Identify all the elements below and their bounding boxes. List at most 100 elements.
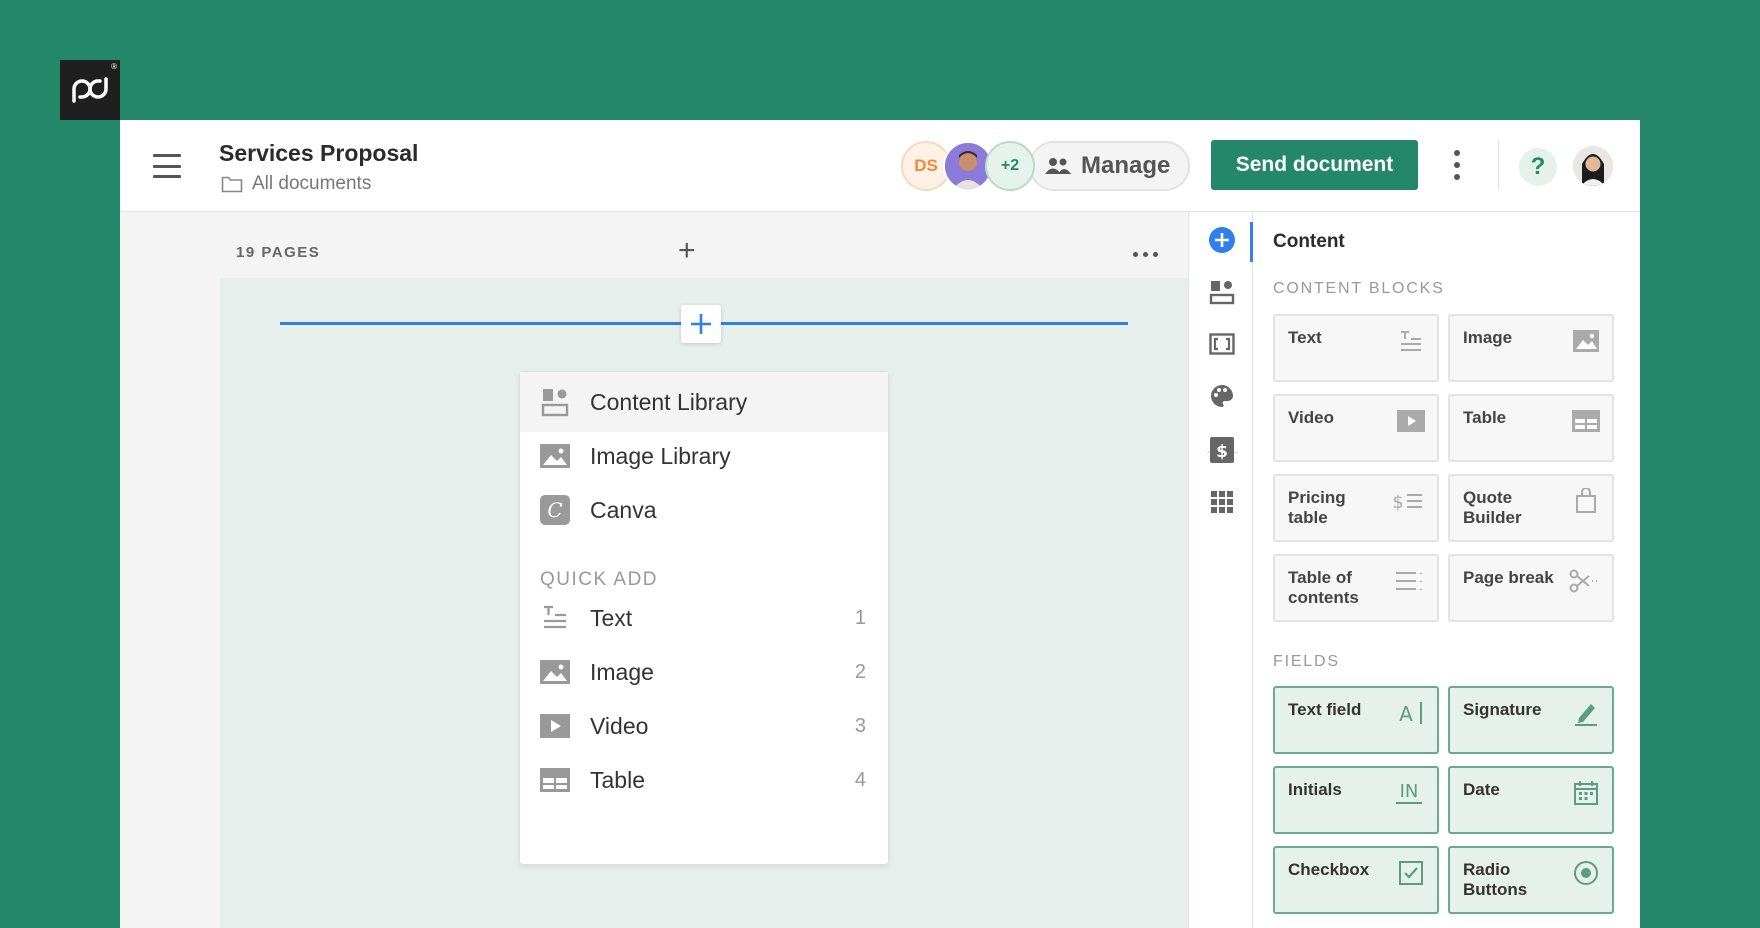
quick-add-text[interactable]: Text 1 xyxy=(520,588,888,648)
field-text[interactable]: Text field A xyxy=(1273,686,1439,754)
field-checkbox[interactable]: Checkbox xyxy=(1273,846,1439,914)
add-page-button[interactable]: + xyxy=(678,236,696,266)
shortcut-key: 3 xyxy=(854,714,866,737)
quote-builder-icon xyxy=(1572,488,1600,514)
content-panel: Content CONTENT BLOCKS Text Image Video … xyxy=(1253,212,1640,928)
block-text[interactable]: Text xyxy=(1273,314,1439,382)
video-icon xyxy=(538,710,572,742)
tool-strip: $ xyxy=(1189,212,1253,928)
send-document-button[interactable]: Send document xyxy=(1211,140,1418,190)
block-quote-builder[interactable]: Quote Builder xyxy=(1448,474,1614,542)
table-icon xyxy=(1572,408,1600,434)
palette-icon[interactable] xyxy=(1208,382,1236,410)
image-icon xyxy=(538,440,572,472)
pricing-table-icon: $ xyxy=(1391,488,1425,514)
block-label: Page break xyxy=(1463,568,1554,587)
user-photo-icon xyxy=(1573,146,1613,186)
hamburger-menu-icon[interactable] xyxy=(153,154,181,178)
embed-icon[interactable] xyxy=(1208,330,1236,358)
shortcut-key: 1 xyxy=(854,606,866,629)
folder-icon xyxy=(221,176,243,193)
header-divider xyxy=(1498,140,1499,190)
editor-area: 19 PAGES + Content Library Image Library… xyxy=(120,212,1188,928)
table-of-contents-icon xyxy=(1393,568,1425,594)
text-icon xyxy=(538,602,572,634)
breadcrumb[interactable]: All documents xyxy=(221,173,371,195)
svg-text:$: $ xyxy=(1392,492,1403,513)
document-canvas[interactable]: Content Library Image Library C Canva QU… xyxy=(220,278,1188,928)
panel-title: Content xyxy=(1273,231,1345,252)
signature-icon xyxy=(1572,700,1600,726)
menu-item-content-library[interactable]: Content Library xyxy=(520,372,888,432)
svg-text:IN: IN xyxy=(1400,781,1419,802)
menu-item-label: Image Library xyxy=(590,442,731,469)
field-initials[interactable]: Initials IN xyxy=(1273,766,1439,834)
more-collaborators-badge[interactable]: +2 xyxy=(985,141,1035,191)
menu-item-label: Image xyxy=(590,658,654,685)
user-avatar[interactable] xyxy=(1573,146,1613,186)
field-label: Initials xyxy=(1288,780,1342,799)
field-signature[interactable]: Signature xyxy=(1448,686,1614,754)
menu-item-label: Table xyxy=(590,766,645,793)
block-pricing-table[interactable]: Pricing table $ xyxy=(1273,474,1439,542)
block-label: Table of contents xyxy=(1288,568,1359,607)
quick-add-image[interactable]: Image 2 xyxy=(520,642,888,702)
block-label: Text xyxy=(1288,328,1322,347)
block-table-of-contents[interactable]: Table of contents xyxy=(1273,554,1439,622)
initials-icon: IN xyxy=(1393,780,1425,806)
plus-icon xyxy=(691,314,711,334)
block-image[interactable]: Image xyxy=(1448,314,1614,382)
field-label: Text field xyxy=(1288,700,1362,719)
quick-add-table[interactable]: Table 4 xyxy=(520,750,888,810)
text-icon xyxy=(1397,328,1425,354)
block-label: Table xyxy=(1463,408,1507,427)
content-library-icon xyxy=(538,386,572,418)
page-options-icon[interactable] xyxy=(1133,252,1158,257)
menu-item-label: Video xyxy=(590,712,649,739)
image-icon xyxy=(1572,328,1600,354)
insert-menu: Content Library Image Library C Canva QU… xyxy=(519,371,889,865)
calendar-icon xyxy=(1572,780,1600,806)
field-label: Checkbox xyxy=(1288,860,1370,879)
radio-icon xyxy=(1572,860,1600,886)
block-page-break[interactable]: Page break xyxy=(1448,554,1614,622)
registered-mark: ® xyxy=(111,62,117,71)
app-window: Services Proposal All documents DS +2 Ma… xyxy=(120,120,1640,928)
people-icon xyxy=(1045,158,1071,174)
document-title[interactable]: Services Proposal xyxy=(219,140,418,167)
content-library-icon[interactable] xyxy=(1208,278,1236,306)
apps-grid-icon[interactable] xyxy=(1208,488,1236,516)
add-content-icon[interactable] xyxy=(1208,226,1236,254)
fields-heading: FIELDS xyxy=(1273,653,1340,670)
insert-block-button[interactable] xyxy=(681,305,721,343)
shortcut-key: 2 xyxy=(854,660,866,683)
logo-mark-icon xyxy=(72,77,108,103)
more-options-icon[interactable] xyxy=(1452,150,1462,180)
manage-label: Manage xyxy=(1081,152,1171,179)
pricing-icon[interactable]: $ xyxy=(1208,436,1236,464)
svg-text:$: $ xyxy=(1216,442,1228,462)
video-icon xyxy=(1397,408,1425,434)
collaborators: DS +2 Manage xyxy=(901,140,1191,192)
quick-add-video[interactable]: Video 3 xyxy=(520,696,888,756)
help-button[interactable]: ? xyxy=(1519,148,1557,186)
field-label: Signature xyxy=(1463,700,1542,719)
block-table[interactable]: Table xyxy=(1448,394,1614,462)
block-video[interactable]: Video xyxy=(1273,394,1439,462)
table-icon xyxy=(538,764,572,796)
block-label: Image xyxy=(1463,328,1513,347)
manage-button[interactable]: Manage xyxy=(1029,141,1191,191)
svg-text:A: A xyxy=(1399,702,1413,726)
menu-item-label: Canva xyxy=(590,496,657,523)
page-count: 19 PAGES xyxy=(236,244,321,261)
field-date[interactable]: Date xyxy=(1448,766,1614,834)
menu-item-image-library[interactable]: Image Library xyxy=(520,426,888,486)
field-label: Radio Buttons xyxy=(1463,860,1528,899)
content-blocks-heading: CONTENT BLOCKS xyxy=(1273,280,1445,297)
menu-item-label: Content Library xyxy=(590,388,748,415)
menu-item-canva[interactable]: C Canva xyxy=(520,480,888,540)
checkbox-icon xyxy=(1397,860,1425,886)
field-radio-buttons[interactable]: Radio Buttons xyxy=(1448,846,1614,914)
field-label: Date xyxy=(1463,780,1500,799)
shortcut-key: 4 xyxy=(854,768,866,791)
